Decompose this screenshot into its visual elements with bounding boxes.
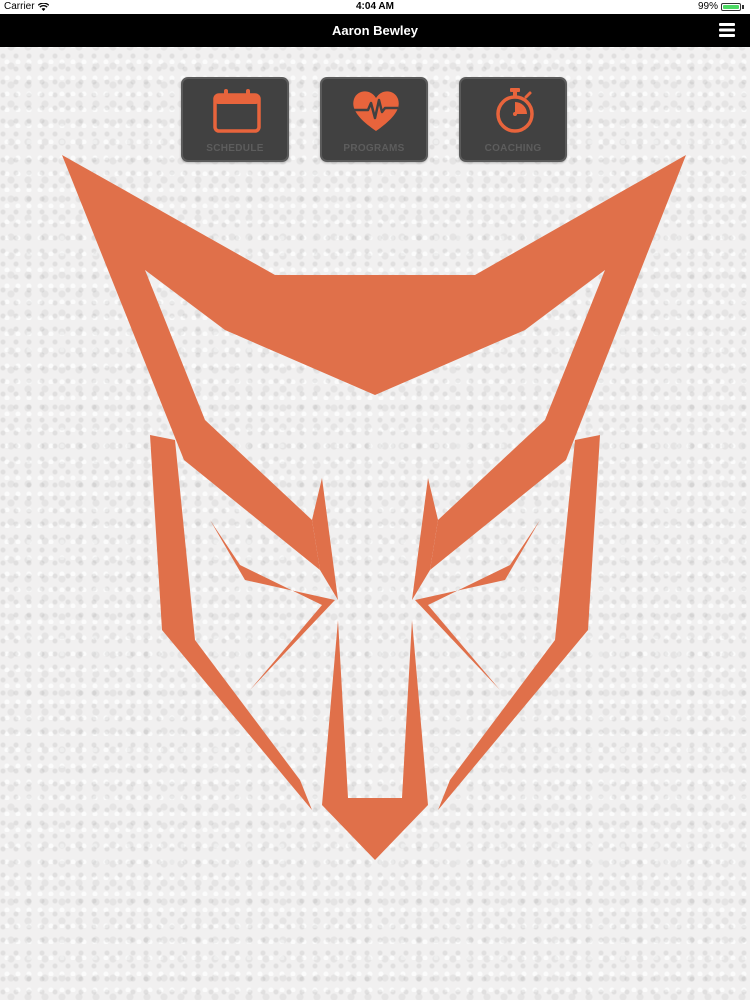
fox-logo-snout <box>322 620 428 860</box>
fox-logo-left-brow <box>312 478 338 600</box>
fox-logo <box>62 155 686 860</box>
fox-logo-right-brow <box>412 478 438 600</box>
